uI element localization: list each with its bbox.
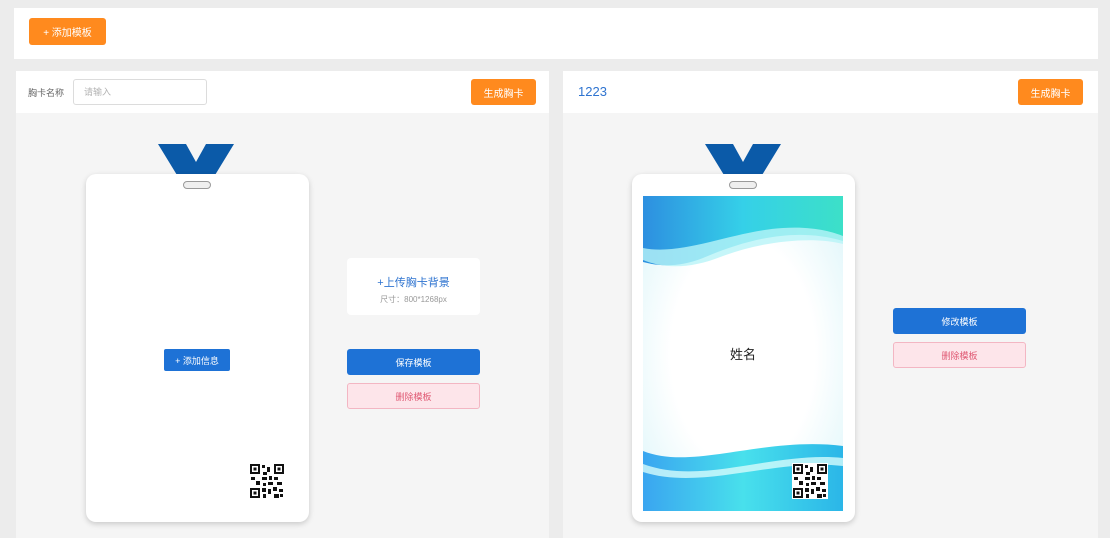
save-template-button[interactable]: 保存模板 (347, 349, 480, 375)
delete-template-button[interactable]: 删除模板 (893, 342, 1026, 368)
delete-template-button[interactable]: 删除模板 (347, 383, 480, 409)
badge-preview-card: + 添加信息 (86, 174, 309, 522)
badge-name-input[interactable] (73, 79, 207, 105)
generate-badge-button[interactable]: 生成胸卡 (471, 79, 536, 105)
top-toolbar: + 添加模板 (14, 8, 1098, 59)
template-saved-panel: 1223 生成胸卡 姓名 修改模板 删除模板 (563, 71, 1098, 538)
badge-slot (183, 181, 211, 189)
badge-name-label: 胸卡名称 (28, 88, 65, 98)
badge-canvas: + 添加信息 (97, 196, 297, 511)
add-info-button[interactable]: + 添加信息 (164, 349, 230, 371)
upload-size-hint: 尺寸：800*1268px (380, 295, 447, 304)
badge-preview-card: 姓名 (632, 174, 855, 522)
add-template-button[interactable]: + 添加模板 (29, 18, 106, 45)
edit-template-button[interactable]: 修改模板 (893, 308, 1026, 334)
panel-header: 胸卡名称 生成胸卡 (16, 71, 549, 113)
template-name: 1223 (578, 84, 607, 99)
badge-slot (729, 181, 757, 189)
qr-code-icon (792, 463, 828, 499)
qr-code-icon (249, 463, 285, 499)
panel-header: 1223 生成胸卡 (563, 71, 1098, 113)
template-editor-panel: 胸卡名称 生成胸卡 + 添加信息 (16, 71, 549, 538)
badge-canvas: 姓名 (643, 196, 843, 511)
badge-name-field[interactable]: 姓名 (643, 344, 843, 363)
upload-background-label: +上传胸卡背景 (377, 277, 450, 289)
upload-background-button[interactable]: +上传胸卡背景 尺寸：800*1268px (347, 258, 480, 315)
generate-badge-button[interactable]: 生成胸卡 (1018, 79, 1083, 105)
